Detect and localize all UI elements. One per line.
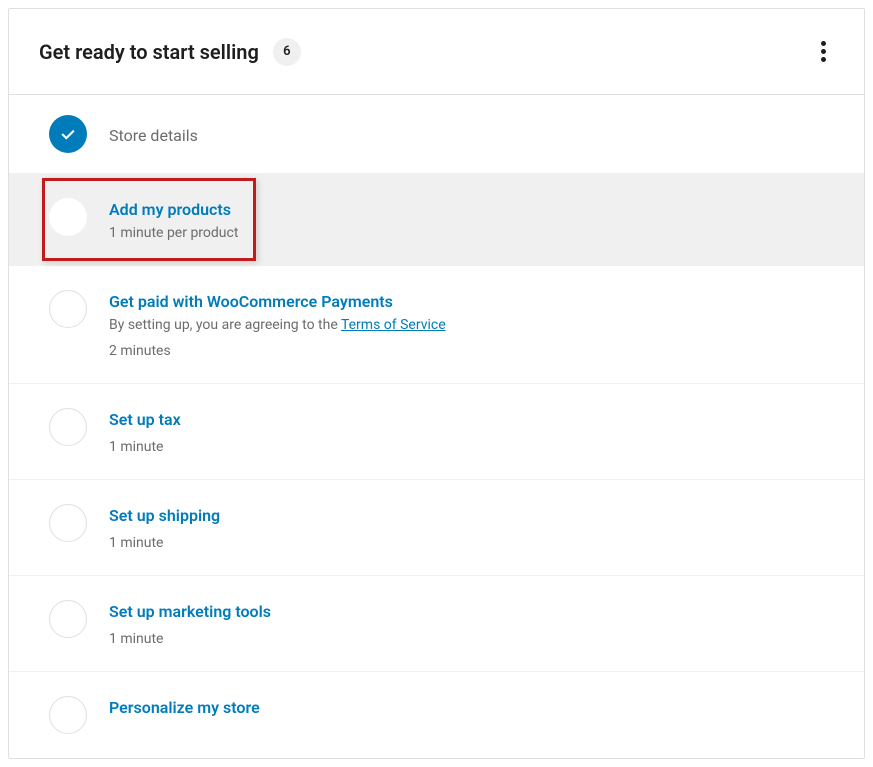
- task-description: By setting up, you are agreeing to the T…: [109, 317, 446, 333]
- task-item-personalize-store[interactable]: Personalize my store: [9, 672, 864, 758]
- task-content: Set up shipping 1 minute: [109, 504, 220, 551]
- task-content: Store details: [109, 124, 198, 145]
- task-checkbox: [49, 198, 87, 236]
- task-content: Add my products 1 minute per product: [109, 198, 238, 241]
- task-time: 2 minutes: [109, 343, 446, 359]
- task-checkbox: [49, 504, 87, 542]
- task-title[interactable]: Set up shipping: [109, 506, 220, 525]
- task-title[interactable]: Set up marketing tools: [109, 602, 271, 621]
- card-title: Get ready to start selling: [39, 40, 259, 64]
- task-item-get-paid[interactable]: Get paid with WooCommerce Payments By se…: [9, 266, 864, 384]
- card-header: Get ready to start selling 6: [9, 9, 864, 95]
- task-time: 1 minute: [109, 631, 271, 647]
- task-content: Set up marketing tools 1 minute: [109, 600, 271, 647]
- task-time: 1 minute: [109, 439, 181, 455]
- task-content: Get paid with WooCommerce Payments By se…: [109, 290, 446, 359]
- task-checkbox: [49, 408, 87, 446]
- task-list: Store details Add my products 1 minute p…: [9, 95, 864, 758]
- task-time: 1 minute: [109, 535, 220, 551]
- task-content: Set up tax 1 minute: [109, 408, 181, 455]
- setup-card: Get ready to start selling 6 Store detai…: [8, 8, 865, 759]
- checkmark-icon: [49, 115, 87, 153]
- task-item-setup-marketing[interactable]: Set up marketing tools 1 minute: [9, 576, 864, 672]
- terms-of-service-link[interactable]: Terms of Service: [341, 317, 446, 333]
- task-item-setup-shipping[interactable]: Set up shipping 1 minute: [9, 480, 864, 576]
- task-title[interactable]: Set up tax: [109, 410, 181, 429]
- task-count-badge: 6: [273, 38, 301, 66]
- task-checkbox: [49, 696, 87, 734]
- task-description: 1 minute per product: [109, 225, 238, 241]
- task-item-add-products[interactable]: Add my products 1 minute per product: [9, 174, 864, 266]
- more-options-button[interactable]: [813, 33, 834, 70]
- task-item-store-details[interactable]: Store details: [9, 95, 864, 174]
- task-title[interactable]: Personalize my store: [109, 698, 260, 717]
- task-title[interactable]: Get paid with WooCommerce Payments: [109, 292, 446, 311]
- task-title: Store details: [109, 126, 198, 145]
- task-title[interactable]: Add my products: [109, 200, 238, 219]
- task-content: Personalize my store: [109, 696, 260, 717]
- task-checkbox: [49, 600, 87, 638]
- task-item-setup-tax[interactable]: Set up tax 1 minute: [9, 384, 864, 480]
- task-checkbox: [49, 290, 87, 328]
- more-vertical-icon: [821, 41, 826, 62]
